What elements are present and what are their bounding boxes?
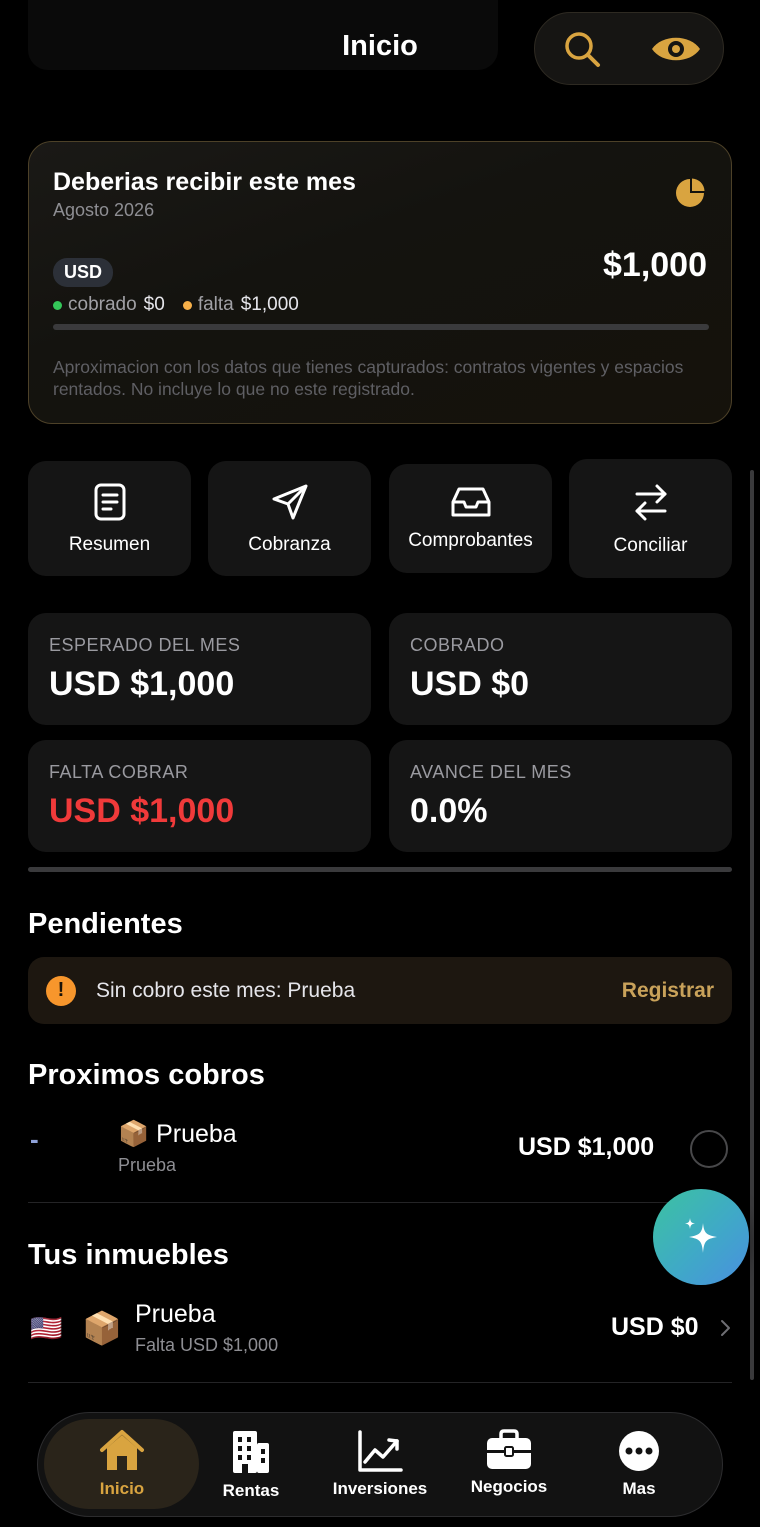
quick-action-label: Cobranza <box>248 533 331 555</box>
quick-action-label: Resumen <box>68 533 151 555</box>
stat-card-expected: ESPERADO DEL MES USD $1,000 <box>28 613 371 725</box>
tab-inversiones[interactable]: Inversiones <box>315 1429 445 1507</box>
upcoming-item-sub: Prueba <box>118 1155 177 1175</box>
eye-icon <box>652 37 700 60</box>
property-amount: USD $0 <box>611 1313 699 1341</box>
document-icon <box>94 483 125 520</box>
upcoming-item-title: 📦 Prueba <box>118 1120 237 1149</box>
home-icon <box>100 1430 144 1470</box>
upcoming-section-title: Proximos cobros <box>28 1059 265 1091</box>
scrollbar[interactable] <box>750 470 754 1380</box>
register-button[interactable]: Registrar <box>622 979 714 1003</box>
sparkle-icon <box>685 1218 717 1253</box>
upcoming-item-marker: - <box>30 1124 39 1154</box>
collection-progress-bar <box>53 324 709 330</box>
currency-badge: USD <box>53 258 114 287</box>
upcoming-item-amount: USD $1,000 <box>518 1133 655 1161</box>
section-divider <box>28 867 732 872</box>
missing-dot <box>182 300 192 310</box>
missing-value: $1,000 <box>240 294 299 315</box>
collected-value: $0 <box>143 294 165 315</box>
stat-card-collected: COBRADO USD $0 <box>389 613 732 725</box>
pending-alert: ! Sin cobro este mes: Prueba Registrar <box>28 957 732 1024</box>
stat-card-outstanding: FALTA COBRAR USD $1,000 <box>28 740 371 852</box>
tab-label: Inversiones <box>332 1479 428 1498</box>
pending-section-title: Pendientes <box>28 908 183 940</box>
tab-label: Mas <box>622 1479 656 1498</box>
building-icon <box>233 1431 269 1473</box>
missing-label: falta <box>197 294 234 315</box>
bottom-tab-bar: Inicio Rentas Inversiones Negocios Mas <box>37 1412 723 1517</box>
row-separator <box>28 1202 732 1203</box>
top-bar: Inicio <box>0 0 760 100</box>
quick-action-comprobantes[interactable]: Comprobantes <box>389 464 552 573</box>
collection-legend: cobrado $0 falta $1,000 <box>53 294 299 316</box>
package-icon: 📦 <box>82 1310 122 1346</box>
mark-paid-radio[interactable] <box>690 1130 728 1168</box>
quick-action-label: Conciliar <box>613 534 688 556</box>
tab-inicio[interactable]: Inicio <box>57 1429 187 1507</box>
stat-card-progress: AVANCE DEL MES 0.0% <box>389 740 732 852</box>
row-separator <box>28 1382 732 1383</box>
tab-label: Inicio <box>99 1479 145 1498</box>
stat-value: 0.0% <box>410 792 488 830</box>
search-button[interactable] <box>552 19 612 79</box>
more-icon <box>619 1431 659 1471</box>
swap-icon <box>635 484 666 520</box>
flag-icon: 🇺🇸 <box>30 1313 63 1343</box>
tab-mas[interactable]: Mas <box>574 1429 704 1507</box>
chevron-right-icon <box>721 1320 730 1336</box>
quick-action-resumen[interactable]: Resumen <box>28 461 191 576</box>
property-sub: Falta USD $1,000 <box>135 1335 279 1355</box>
inbox-icon <box>451 487 490 516</box>
tab-negocios[interactable]: Negocios <box>444 1429 574 1507</box>
summary-note: Aproximacion con los datos que tienes ca… <box>53 357 684 399</box>
property-item-info: Prueba Falta USD $1,000 <box>135 1300 278 1356</box>
header-actions <box>534 12 724 85</box>
pie-chart-icon[interactable] <box>675 178 705 208</box>
stat-value: USD $1,000 <box>49 792 235 830</box>
expected-amount: $1,000 <box>603 246 707 284</box>
properties-section-title: Tus inmuebles <box>28 1239 229 1271</box>
monthly-summary-card[interactable]: Deberias recibir este mes Agosto 2026 US… <box>28 141 732 424</box>
stat-label: COBRADO <box>410 635 505 655</box>
tab-label: Rentas <box>222 1481 280 1500</box>
quick-action-label: Comprobantes <box>408 529 533 551</box>
tab-rentas[interactable]: Rentas <box>186 1429 316 1507</box>
pending-message: Sin cobro este mes: Prueba <box>96 978 356 1002</box>
tab-label: Negocios <box>470 1477 548 1496</box>
quick-action-conciliar[interactable]: Conciliar <box>569 459 732 578</box>
collected-label: cobrado <box>68 294 137 315</box>
summary-title: Deberias recibir este mes <box>53 168 356 196</box>
quick-action-cobranza[interactable]: Cobranza <box>208 461 371 576</box>
stat-label: FALTA COBRAR <box>49 762 189 782</box>
upcoming-item-name: Prueba <box>156 1120 237 1148</box>
send-icon <box>272 484 307 519</box>
stat-value: USD $0 <box>410 665 530 703</box>
search-icon <box>565 31 600 67</box>
summary-period: Agosto 2026 <box>53 200 155 220</box>
stat-label: AVANCE DEL MES <box>410 762 572 782</box>
chart-icon <box>358 1430 403 1472</box>
stat-value: USD $1,000 <box>49 665 235 703</box>
warning-icon: ! <box>46 975 76 1006</box>
ai-assistant-button[interactable] <box>653 1189 749 1285</box>
package-icon: 📦 <box>118 1120 150 1148</box>
briefcase-icon <box>487 1429 531 1469</box>
visibility-toggle-button[interactable] <box>646 19 706 79</box>
upcoming-item-info: 📦 Prueba Prueba <box>118 1120 237 1176</box>
stat-label: ESPERADO DEL MES <box>49 635 241 655</box>
property-name: Prueba <box>135 1300 216 1328</box>
collected-dot <box>53 300 62 310</box>
